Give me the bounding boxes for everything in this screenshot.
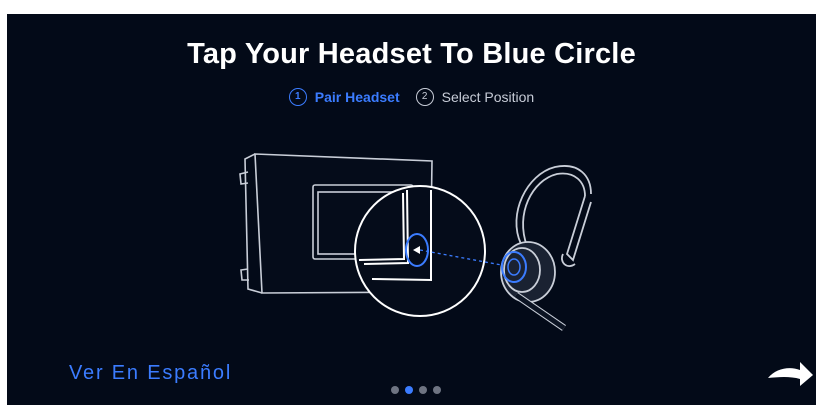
pagination-dots (391, 386, 441, 394)
pagination-dot[interactable] (419, 386, 427, 394)
pairing-illustration (239, 153, 592, 331)
pagination-dot-active[interactable] (405, 386, 413, 394)
pagination-dot[interactable] (433, 386, 441, 394)
next-arrow-icon[interactable] (766, 358, 814, 386)
pairing-screen: Tap Your Headset To Blue Circle 1 Pair H… (7, 14, 816, 405)
pagination-dot[interactable] (391, 386, 399, 394)
headset-drawing (500, 165, 592, 331)
spanish-language-link[interactable]: Ver En Español (69, 362, 232, 385)
